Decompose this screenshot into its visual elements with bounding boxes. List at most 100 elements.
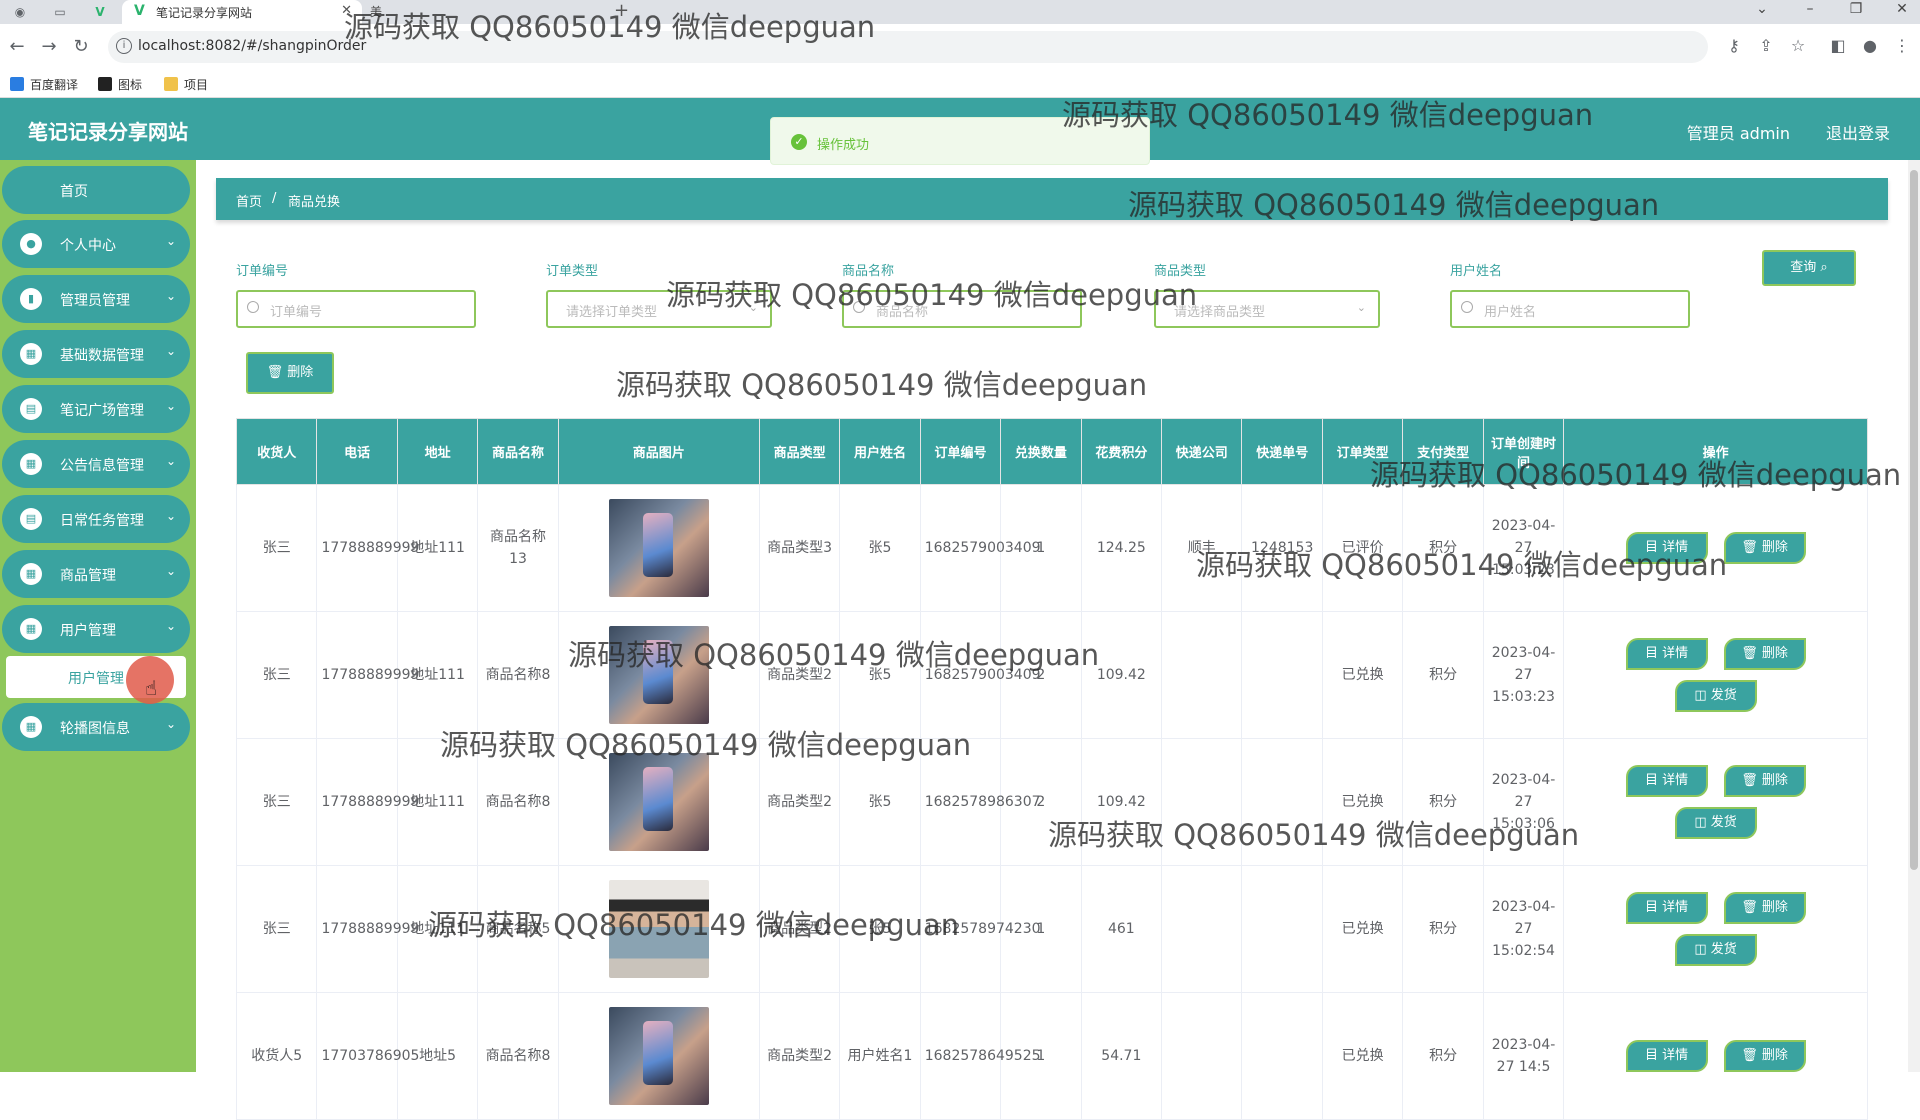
ship-button[interactable]: ◫ 发货 bbox=[1674, 934, 1757, 966]
sidebar-item-notes[interactable]: ▤ 笔记广场管理 ⌄ bbox=[2, 385, 190, 433]
toast-message: 操作成功 bbox=[817, 138, 870, 153]
detail-button[interactable]: 目 详情 bbox=[1625, 1040, 1708, 1072]
detail-button[interactable]: 目 详情 bbox=[1625, 638, 1708, 670]
bookmark-item[interactable]: 百度翻译 bbox=[10, 76, 78, 93]
cell-user: 用户姓名1 bbox=[839, 992, 921, 1120]
order-type-select[interactable]: 请选择订单类型 ⌄ bbox=[546, 290, 772, 328]
check-circle-icon: ✓ bbox=[791, 134, 807, 150]
cell-order-type: 已评价 bbox=[1321, 484, 1404, 612]
chevron-down-icon: ⌄ bbox=[165, 564, 176, 578]
placeholder: 请选择订单类型 bbox=[566, 305, 658, 320]
back-icon[interactable]: ← bbox=[6, 36, 28, 57]
cell-points: 109.42 bbox=[1080, 611, 1163, 739]
bookmark-item[interactable]: 项目 bbox=[164, 76, 208, 93]
table-row: 张三 17788889999 地址111 商品名称8 商品类型2 张5 1682578986… bbox=[235, 738, 1868, 866]
detail-button[interactable]: 目 详情 bbox=[1625, 765, 1708, 797]
reload-icon[interactable]: ↻ bbox=[70, 36, 92, 57]
browser-tab-2[interactable]: 美 bbox=[370, 3, 382, 20]
browser-tab-active[interactable]: V 笔记记录分享网站 ✕ bbox=[122, 0, 362, 24]
cell-receiver: 收货人5 bbox=[235, 992, 318, 1120]
profile-icon[interactable]: ● bbox=[1860, 36, 1880, 55]
column-header: 电话 bbox=[316, 418, 398, 485]
table-body: 张三 17788889999 地址111 商品名称13 商品类型3 张5 168257900… bbox=[235, 484, 1868, 1120]
product-image[interactable] bbox=[608, 1007, 709, 1105]
sidebar-item-notice[interactable]: ▦ 公告信息管理 ⌄ bbox=[2, 440, 190, 488]
restore-icon[interactable]: ❐ bbox=[1846, 1, 1866, 17]
cell-time: 2023-04-27 14:5 bbox=[1482, 992, 1565, 1120]
site-info-icon[interactable]: i bbox=[116, 38, 132, 54]
key-icon[interactable]: ⚷ bbox=[1724, 36, 1744, 55]
scrollbar-thumb[interactable] bbox=[1910, 170, 1918, 870]
product-image[interactable] bbox=[608, 499, 709, 597]
actions-group: 目 详情 🗑 删除 bbox=[1568, 1040, 1863, 1072]
close-window-icon[interactable]: ✕ bbox=[1892, 1, 1912, 17]
cell-express-no bbox=[1241, 738, 1323, 866]
chevron-down-icon: ⌄ bbox=[165, 717, 176, 731]
chevron-down-icon: ⌄ bbox=[165, 509, 176, 523]
delete-button[interactable]: 🗑 删除 bbox=[1723, 765, 1806, 797]
user-name-input[interactable]: 用户姓名 bbox=[1450, 290, 1690, 328]
sidebar-item-carousel[interactable]: ▦ 轮播图信息 ⌄ bbox=[2, 703, 190, 751]
minimize-icon[interactable]: – bbox=[1800, 1, 1820, 17]
sidebar-item-daily-task[interactable]: ▤ 日常任务管理 ⌄ bbox=[2, 495, 190, 543]
user-icon: ● bbox=[20, 233, 42, 255]
tab-strip-icon[interactable]: ▭ bbox=[52, 4, 68, 20]
table-row: 张三 17788889999 地址111 商品名称5 商品类型2 张5 1682578974… bbox=[235, 865, 1868, 993]
share-icon[interactable]: ⇪ bbox=[1756, 36, 1776, 55]
logout-link[interactable]: 退出登录 bbox=[1826, 120, 1890, 144]
detail-button[interactable]: 目 详情 bbox=[1625, 532, 1708, 564]
detail-button[interactable]: 目 详情 bbox=[1625, 892, 1708, 924]
cell-express bbox=[1161, 865, 1243, 993]
cell-order: 1682579003409 bbox=[919, 484, 1041, 612]
cell-time: 2023-04-27 15:03:23 bbox=[1482, 611, 1565, 739]
sidebar-item-personal-center[interactable]: ● 个人中心 ⌄ bbox=[2, 220, 190, 268]
delete-button[interactable]: 🗑 删除 bbox=[1723, 1040, 1806, 1072]
bookmark-item[interactable]: 图标 bbox=[98, 76, 142, 93]
column-header: 支付类型 bbox=[1402, 418, 1484, 485]
briefcase-icon: ▤ bbox=[20, 398, 42, 420]
sidebar-item-products[interactable]: ▦ 商品管理 ⌄ bbox=[2, 550, 190, 598]
cell-express-no bbox=[1241, 865, 1323, 993]
vue-favicon-icon: V bbox=[134, 3, 145, 19]
cell-receiver: 张三 bbox=[235, 611, 318, 739]
ship-button[interactable]: ◫ 发货 bbox=[1674, 680, 1757, 712]
bookmark-star-icon[interactable]: ☆ bbox=[1788, 36, 1808, 55]
cell-order-type: 已兑换 bbox=[1321, 992, 1404, 1120]
new-tab-icon[interactable]: + bbox=[614, 0, 629, 21]
sidebar-item-users[interactable]: ▦ 用户管理 ⌄ bbox=[2, 605, 190, 653]
side-panel-icon[interactable]: ◧ bbox=[1828, 36, 1848, 55]
more-menu-icon[interactable]: ⋮ bbox=[1892, 36, 1912, 55]
ship-button[interactable]: ◫ 发货 bbox=[1674, 807, 1757, 839]
product-image[interactable] bbox=[608, 626, 709, 724]
cell-address: 地址111 bbox=[396, 865, 479, 993]
cell-name: 商品名称8 bbox=[477, 611, 559, 739]
delete-button[interactable]: 🗑 删除 bbox=[1723, 532, 1806, 564]
cell-points: 109.42 bbox=[1080, 738, 1163, 866]
sidebar-item-admin[interactable]: ▮ 管理员管理 ⌄ bbox=[2, 275, 190, 323]
batch-delete-button[interactable]: 🗑 删除 bbox=[246, 352, 334, 394]
cell-order: 1682578986307 bbox=[919, 738, 1041, 866]
column-header: 商品类型 bbox=[758, 418, 841, 485]
chevron-up-icon: ⌄ bbox=[165, 619, 176, 633]
delete-button[interactable]: 🗑 删除 bbox=[1723, 638, 1806, 670]
product-name-input[interactable]: 商品名称 bbox=[842, 290, 1082, 328]
product-image[interactable] bbox=[608, 753, 709, 851]
breadcrumb-home[interactable]: 首页 bbox=[236, 191, 262, 210]
query-button[interactable]: 查询 ⌕ bbox=[1762, 250, 1856, 286]
sidebar-item-base-data[interactable]: ▦ 基础数据管理 ⌄ bbox=[2, 330, 190, 378]
tab-search-icon[interactable]: ⌄ bbox=[1752, 1, 1772, 17]
chevron-down-icon: ⌄ bbox=[165, 399, 176, 413]
delete-button[interactable]: 🗑 删除 bbox=[1723, 892, 1806, 924]
chevron-down-icon: ⌄ bbox=[165, 344, 176, 358]
close-tab-icon[interactable]: ✕ bbox=[341, 3, 352, 18]
vue-icon[interactable]: V bbox=[92, 4, 108, 20]
forward-icon[interactable]: → bbox=[38, 36, 60, 57]
product-image[interactable] bbox=[608, 880, 709, 978]
product-type-select[interactable]: 请选择商品类型 ⌄ bbox=[1154, 290, 1380, 328]
sidebar-item-home[interactable]: 首页 bbox=[2, 166, 190, 214]
url-field[interactable]: i localhost:8082/#/shangpinOrder bbox=[108, 31, 1708, 63]
chrome-menu-icon[interactable]: ◉ bbox=[12, 4, 28, 20]
page-scrollbar[interactable] bbox=[1908, 160, 1920, 1072]
column-header: 商品名称 bbox=[477, 418, 559, 485]
order-no-input[interactable]: 订单编号 bbox=[236, 290, 476, 328]
